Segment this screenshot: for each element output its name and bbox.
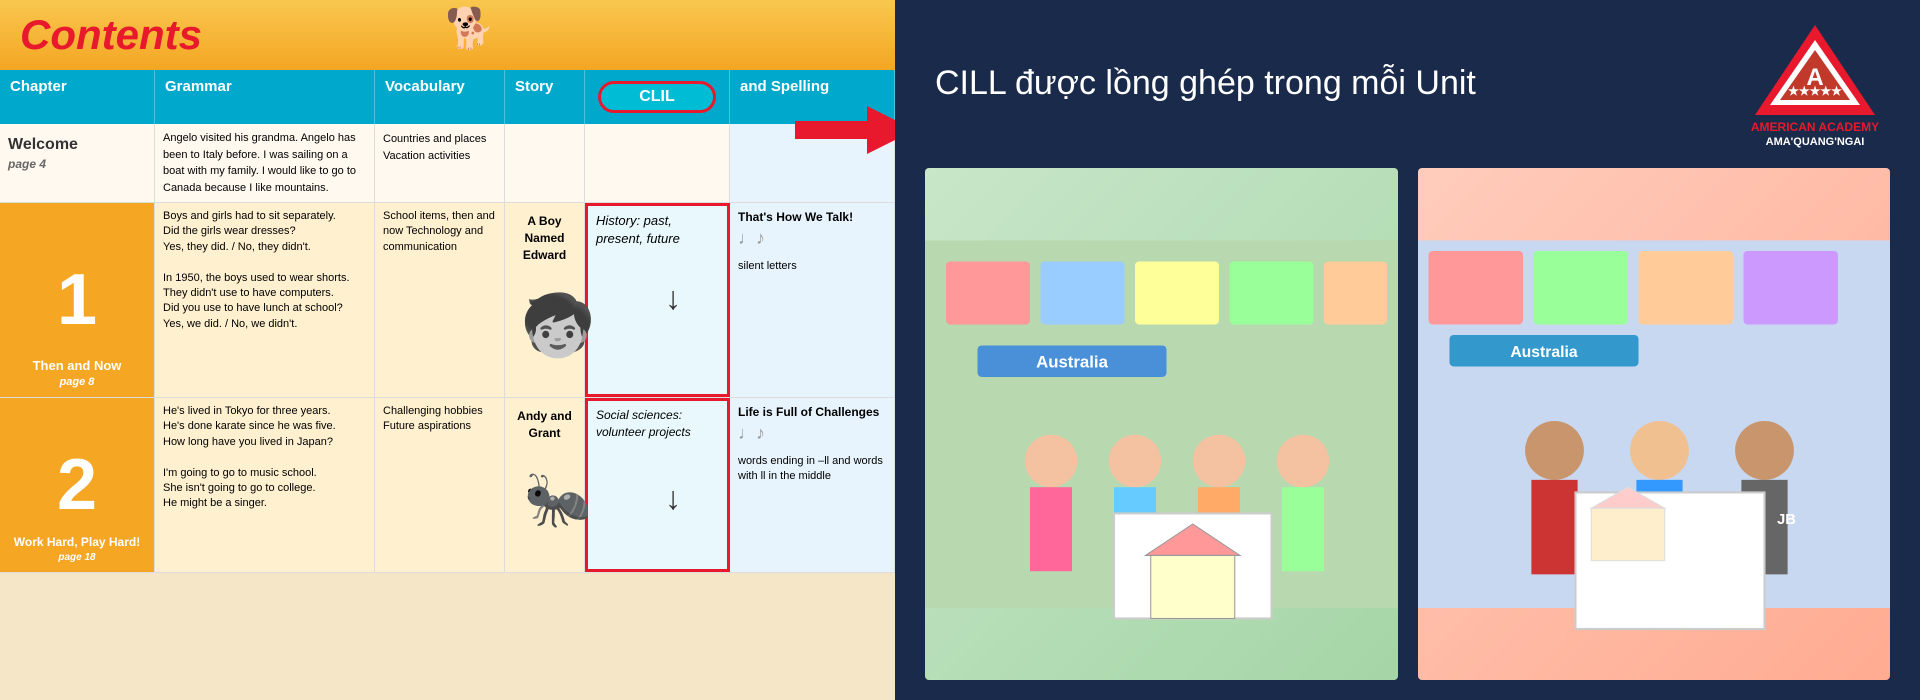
ch1-row: 1 Then and Now page 8 Boys and girls had… (0, 203, 895, 398)
photo-1: Australia (925, 168, 1398, 680)
ch2-number-cell: 2 Work Hard, Play Hard! page 18 (0, 398, 155, 572)
ch2-music-notes: ♩♪ (738, 421, 886, 446)
logo-text-2: AMA'QUANG'NGAI (1766, 136, 1865, 148)
ch1-spelling-col: That's How We Talk! ♩♪ silent letters (730, 203, 895, 397)
ch1-character: 🧒 (513, 271, 603, 381)
welcome-chapter-name: Welcome (8, 134, 146, 156)
logo-container: ★★★★★ A AMERICAN ACADEMY AMA'QUANG'NGAI (1750, 20, 1880, 148)
ch2-spelling-col: Life is Full of Challenges ♩♪ words endi… (730, 398, 895, 572)
svg-text:Australia: Australia (1036, 352, 1108, 371)
ch1-story: A Boy Named Edward 🧒 (505, 203, 585, 397)
ch1-audio-title: That's How We Talk! (738, 209, 886, 226)
left-panel: Contents 🐕 Chapter Grammar Vocabulary St… (0, 0, 895, 700)
dog-icon: 🐕 (445, 5, 495, 52)
then-now-label: Then and Now page 8 (0, 358, 154, 389)
table-header: Chapter Grammar Vocabulary Story CLIL an… (0, 70, 895, 124)
contents-title: Contents (20, 11, 202, 59)
logo-text-1: AMERICAN ACADEMY (1751, 120, 1879, 136)
welcome-clil (585, 124, 730, 202)
ch2-story: Andy and Grant 🐜 (505, 398, 585, 572)
col-vocabulary: Vocabulary (375, 70, 505, 124)
welcome-vocab: Countries and places Vacation activities (375, 124, 505, 202)
right-top-section: CILL được lồng ghép trong mỗi Unit ★★★★★… (895, 0, 1920, 158)
ch2-grammar: He's lived in Tokyo for three years. He'… (155, 398, 375, 572)
top-banner: Contents 🐕 (0, 0, 895, 70)
ch1-music-notes: ♩♪ (738, 226, 886, 251)
svg-text:Australia: Australia (1510, 344, 1578, 361)
col-chapter: Chapter (0, 70, 155, 124)
ch2-spelling-text: words ending in –ll and words with ll in… (738, 454, 886, 485)
photo-2-svg: Australia JB (1418, 168, 1891, 680)
ch2-story-title: Andy and Grant (513, 404, 576, 446)
photos-section: Australia (895, 158, 1920, 700)
photo-2: Australia JB (1418, 168, 1891, 680)
ch2-clil: Social sciences: volunteer projects (585, 398, 730, 572)
ch1-vocab: School items, then and now Technology an… (375, 203, 505, 397)
ch2-character: 🐜 (513, 450, 603, 550)
clil-arrow-down-2: ↓ (665, 480, 681, 517)
welcome-grammar: Angelo visited his grandma. Angelo has b… (155, 124, 375, 202)
ch2-audio-title: Life is Full of Challenges (738, 404, 886, 421)
big-red-arrow (795, 100, 895, 165)
welcome-page: page 4 (8, 156, 146, 173)
col-grammar: Grammar (155, 70, 375, 124)
work-hard-label: Work Hard, Play Hard! page 18 (0, 535, 154, 564)
ch2-vocab: Challenging hobbies Future aspirations (375, 398, 505, 572)
welcome-chapter-cell: Welcome page 4 (0, 124, 155, 202)
clil-arrow-down-1: ↓ (665, 280, 681, 317)
ch1-grammar: Boys and girls had to sit separately. Di… (155, 203, 375, 397)
logo-svg: ★★★★★ A (1750, 20, 1880, 120)
ch1-number-cell: 1 Then and Now page 8 (0, 203, 155, 397)
ch2-row: 2 Work Hard, Play Hard! page 18 He's liv… (0, 398, 895, 573)
welcome-story (505, 124, 585, 202)
ch1-number: 1 (57, 250, 97, 351)
svg-text:JB: JB (1777, 512, 1796, 528)
cill-heading: CILL được lồng ghép trong mỗi Unit (935, 64, 1720, 103)
col-clil: CLIL (585, 70, 730, 124)
ch1-spelling-text: silent letters (738, 259, 886, 274)
ch1-clil: History: past, present, future (585, 203, 730, 397)
clil-header: CLIL (598, 81, 716, 113)
ch2-number: 2 (57, 435, 97, 536)
ch1-story-title: A Boy Named Edward (513, 209, 576, 267)
svg-text:A: A (1806, 64, 1823, 91)
welcome-row: Welcome page 4 Angelo visited his grandm… (0, 124, 895, 203)
right-panel: CILL được lồng ghép trong mỗi Unit ★★★★★… (895, 0, 1920, 700)
photo-1-svg: Australia (925, 168, 1398, 680)
col-story: Story (505, 70, 585, 124)
